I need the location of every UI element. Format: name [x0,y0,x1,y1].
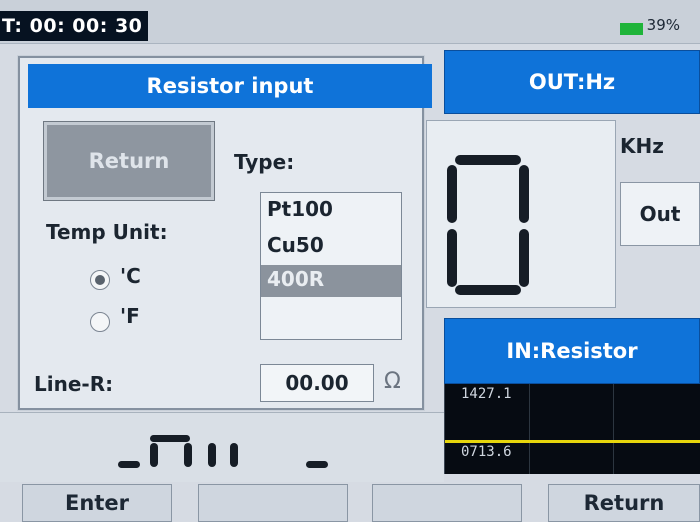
segment-top-left [447,165,457,223]
out-panel-header: OUT:Hz [444,50,700,114]
segment-bottom-right [519,229,529,287]
battery-indicator: 39% [620,16,680,36]
segment-top-right [519,165,529,223]
line-r-input[interactable]: 00.00 [260,364,374,402]
unit-label: KHz [620,134,664,158]
type-option-cu50[interactable]: Cu50 [267,233,324,257]
seven-segment-display [426,120,616,308]
temp-unit-label: Temp Unit: [46,220,168,244]
secondary-readout [0,412,444,482]
in-panel-header: IN:Resistor [444,318,700,384]
softkey-3[interactable] [372,484,522,522]
trend-graph: 1427.1 0713.6 [444,384,700,474]
segment-bottom [455,285,521,295]
celsius-label: 'C [120,264,141,288]
ohm-unit: Ω [384,369,401,394]
radio-celsius[interactable] [90,270,110,290]
battery-percent: 39% [646,16,680,34]
graph-y-label-mid: 0713.6 [461,444,512,460]
type-label: Type: [234,150,295,174]
segment-top [455,155,521,165]
dialog-title: Resistor input [28,64,432,108]
out-button[interactable]: Out [620,182,700,246]
radio-fahrenheit[interactable] [90,312,110,332]
type-option-400r[interactable]: 400R [267,267,324,291]
battery-fill [620,23,643,35]
return-softkey[interactable]: Return [548,484,700,522]
dialog-return-button[interactable]: Return [43,121,215,201]
graph-trace-line [445,440,700,443]
resistor-input-dialog: Resistor input Return Type: Pt100 Cu50 4… [18,56,432,410]
segment-bottom-left [447,229,457,287]
graph-y-label-top: 1427.1 [461,386,512,402]
elapsed-timer: T: 00: 00: 30 [0,11,149,41]
type-list[interactable]: Pt100 Cu50 400R [260,192,402,340]
softkey-2[interactable] [198,484,348,522]
enter-button[interactable]: Enter [22,484,172,522]
line-r-label: Line-R: [34,372,114,396]
fahrenheit-label: 'F [120,304,140,328]
type-option-pt100[interactable]: Pt100 [267,197,333,221]
